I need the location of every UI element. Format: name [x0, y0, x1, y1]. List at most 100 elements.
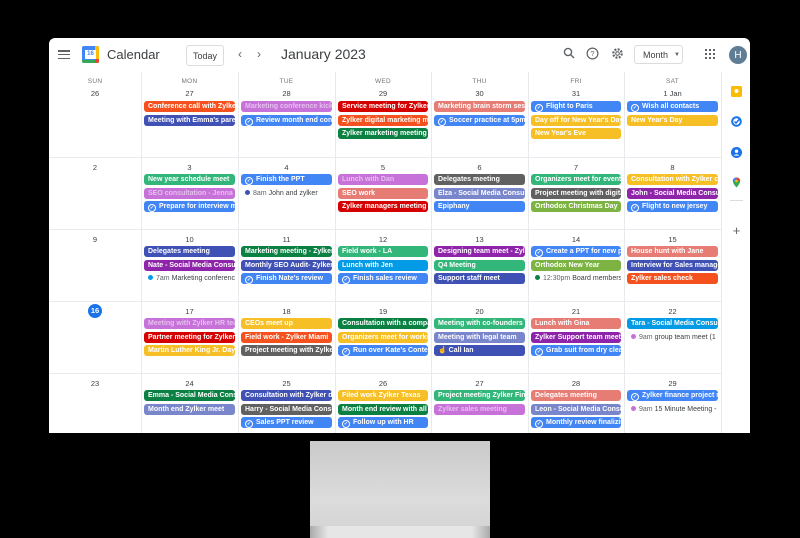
date-number[interactable]: 13	[431, 235, 528, 244]
day-cell[interactable]: 5 Lunch with Dan SEO work Zylker managers m…	[335, 157, 431, 229]
day-cell[interactable]: 14 ✓Create a PPT for new product Orthodox …	[528, 229, 624, 301]
event-chip[interactable]: Marketing brain storm session	[434, 101, 525, 112]
task-chip[interactable]: ✓ Sales PPT review	[241, 417, 332, 428]
event-chip[interactable]: Martin Luther King Jr. Day	[144, 345, 235, 356]
day-cell[interactable]: TUE 28 Marketing conference kickoff ✓Review…	[238, 72, 335, 157]
prev-month-button[interactable]: ‹	[238, 47, 242, 61]
event-chip[interactable]: New year schedule meet	[144, 174, 235, 185]
event-chip[interactable]: Marketing meeting - Zylker	[241, 246, 332, 257]
event-chip[interactable]: Meeting with Zylker HR team	[144, 318, 235, 329]
today-date-number[interactable]: 16	[49, 304, 141, 318]
date-number[interactable]: 31	[528, 89, 624, 98]
event-chip[interactable]: Meeting with co-founders	[434, 318, 525, 329]
date-number[interactable]: 22	[624, 307, 721, 316]
day-cell[interactable]: 20 Meeting with co-founders Meeting with l…	[431, 301, 528, 373]
task-chip[interactable]: ✓Review month end contracts	[241, 114, 332, 126]
task-chip[interactable]: ✓Prepare for interview meet	[144, 201, 235, 212]
task-chip[interactable]: ✓ Finish sales review	[338, 273, 428, 284]
event-chip[interactable]: Support staff meet	[434, 273, 525, 284]
search-icon[interactable]	[562, 47, 576, 61]
date-number[interactable]: 3	[141, 163, 238, 172]
event-chip[interactable]: Day off for New Year's Day	[531, 114, 621, 126]
view-selector[interactable]: Month ▼	[634, 45, 683, 64]
timed-event[interactable]: 7am Marketing conference	[144, 273, 235, 284]
task-chip[interactable]: ✓ Run over Kate's Content	[338, 345, 428, 356]
event-chip[interactable]: Lunch with Dan	[338, 174, 428, 185]
event-chip[interactable]: Project meeting with digital	[531, 187, 621, 199]
event-chip[interactable]: Zylker sales meeting	[434, 403, 525, 415]
day-cell[interactable]: 18 CEOs meet up Field work - Zylker Miami P…	[238, 301, 335, 373]
event-chip[interactable]: Nate - Social Media Consult	[144, 259, 235, 271]
date-number[interactable]: 5	[335, 163, 431, 172]
event-chip[interactable]: Zylker managers meeting	[338, 201, 428, 212]
task-chip[interactable]: ✓Create a PPT for new product	[531, 246, 621, 257]
date-number[interactable]: 2	[49, 163, 141, 172]
day-cell[interactable]: 24 Emma - Social Media Consult Month end Z…	[141, 373, 238, 433]
settings-icon[interactable]	[610, 47, 624, 61]
date-number[interactable]: 21	[528, 307, 624, 316]
event-chip[interactable]: New Year's Eve	[531, 128, 621, 139]
date-number[interactable]: 1 Jan	[624, 89, 721, 98]
date-number[interactable]: 30	[431, 89, 528, 98]
event-chip[interactable]: Delegates meeting	[144, 246, 235, 257]
date-number[interactable]: 26	[335, 379, 431, 388]
day-cell[interactable]: 29 ✓Zylker finance project review 9am15 Mi…	[624, 373, 721, 433]
event-chip[interactable]: Consultation with Zylker dev	[241, 390, 332, 401]
date-number[interactable]: 18	[238, 307, 335, 316]
today-button[interactable]: Today	[186, 45, 224, 66]
event-chip[interactable]: Elza - Social Media Consultation	[434, 187, 525, 199]
avatar[interactable]: H	[729, 46, 747, 64]
event-chip[interactable]: Field work - Zylker Miami	[241, 331, 332, 343]
day-cell[interactable]: MON 27 Conference call with Zylker Meeting …	[141, 72, 238, 157]
event-chip[interactable]: Month end review with all team	[338, 403, 428, 415]
task-chip[interactable]: ✓ Finish Nate's review	[241, 273, 332, 284]
day-cell[interactable]: 22 Tara - Social Media Consult 9am group te…	[624, 301, 721, 373]
day-cell[interactable]: 26 Filed work Zylker Texas Month end revie…	[335, 373, 431, 433]
day-cell[interactable]: 17 Meeting with Zylker HR team Partner mee…	[141, 301, 238, 373]
event-chip[interactable]: Emma - Social Media Consult	[144, 390, 235, 401]
day-cell[interactable]: 8 Consultation with Zylker co John - Socia…	[624, 157, 721, 229]
date-number[interactable]: 28	[238, 89, 335, 98]
day-cell[interactable]: 9	[49, 229, 141, 301]
event-chip[interactable]: Zylker Support team meeting	[531, 331, 621, 343]
day-cell[interactable]: THU 30 Marketing brain storm session ✓Socce…	[431, 72, 528, 157]
event-chip[interactable]: Designing team meet - Zylker	[434, 246, 525, 257]
timed-event[interactable]: 9am 15 Minute Meeting -	[627, 404, 718, 415]
task-chip[interactable]: ✓ Wish all contacts	[627, 101, 718, 112]
date-number[interactable]: 28	[528, 379, 624, 388]
day-cell[interactable]: 11 Marketing meeting - Zylker Monthly SEO …	[238, 229, 335, 301]
event-chip[interactable]: Interview for Sales manager	[627, 259, 718, 271]
help-icon[interactable]: ?	[585, 47, 599, 61]
event-chip[interactable]: Monthly SEO Audit- Zylker	[241, 259, 332, 271]
date-number[interactable]: 15	[624, 235, 721, 244]
day-cell[interactable]: 4 ✓ Finish the PPT 8am John and zylker	[238, 157, 335, 229]
event-chip[interactable]: Q4 Meeting	[434, 259, 525, 271]
event-chip[interactable]: Zylker digital marketing meet	[338, 114, 428, 126]
event-chip[interactable]: Delegates meeting	[531, 390, 621, 401]
event-chip[interactable]: CEOs meet up	[241, 318, 332, 329]
day-cell[interactable]: SAT 1 Jan ✓ Wish all contacts New Year's Day	[624, 72, 721, 157]
task-chip[interactable]: ✓Zylker finance project review	[627, 390, 718, 401]
day-cell[interactable]: 16	[49, 301, 141, 373]
day-cell[interactable]: 2	[49, 157, 141, 229]
event-chip[interactable]: Tara - Social Media Consult	[627, 318, 718, 329]
day-cell[interactable]: 12 Field work - LA Lunch with Jen ✓ Finish s…	[335, 229, 431, 301]
event-chip[interactable]: ☝ Call Ian	[434, 345, 525, 356]
event-chip[interactable]: SEO consultation - Jenna	[144, 187, 235, 199]
date-number[interactable]: 20	[431, 307, 528, 316]
event-chip[interactable]: Conference call with Zylker	[144, 101, 235, 112]
day-cell[interactable]: 25 Consultation with Zylker dev Harry - So…	[238, 373, 335, 433]
day-cell[interactable]: 6 Delegates meeting Elza - Social Media Co…	[431, 157, 528, 229]
event-chip[interactable]: Consultation with a company	[338, 318, 428, 329]
event-chip[interactable]: SEO work	[338, 187, 428, 199]
date-number[interactable]: 4	[238, 163, 335, 172]
day-cell[interactable]: 19 Consultation with a company Organizers …	[335, 301, 431, 373]
day-cell[interactable]: SUN 26	[49, 72, 141, 157]
event-chip[interactable]: Leon - Social Media Consult	[531, 403, 621, 415]
date-number[interactable]: 27	[141, 89, 238, 98]
event-chip[interactable]: Lunch with Gina	[531, 318, 621, 329]
date-number[interactable]: 26	[49, 89, 141, 98]
event-chip[interactable]: Zylker sales check	[627, 273, 718, 284]
task-chip[interactable]: ✓Grab suit from dry cleaners	[531, 345, 621, 356]
date-number[interactable]: 23	[49, 379, 141, 388]
